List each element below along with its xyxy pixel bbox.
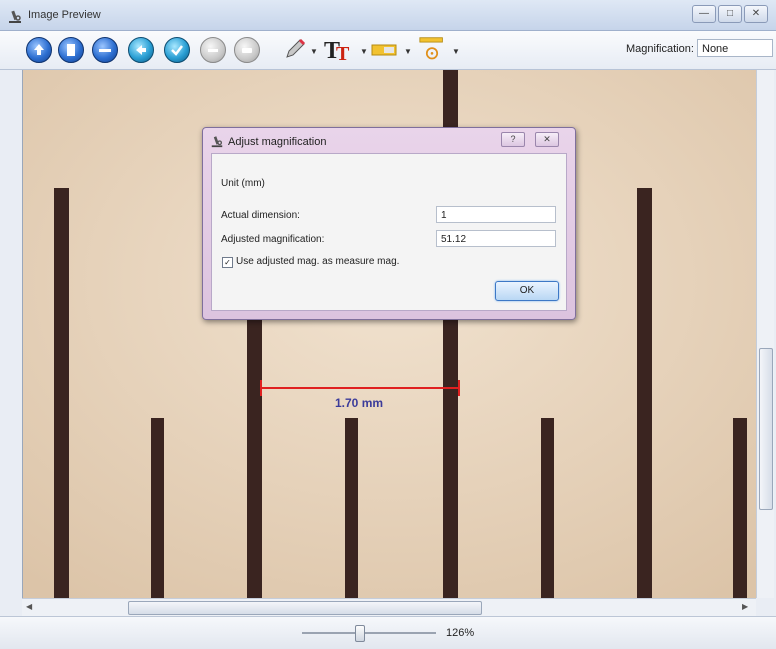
page-icon xyxy=(67,44,75,56)
status-bar: 126% xyxy=(0,616,776,649)
chevron-down-icon[interactable]: ▼ xyxy=(404,47,412,56)
chevron-down-icon[interactable]: ▼ xyxy=(310,47,318,56)
text-tool-icon[interactable]: T T xyxy=(322,36,358,62)
ok-button[interactable]: OK xyxy=(495,281,559,301)
horizontal-scrollbar[interactable]: ◀ ▶ xyxy=(22,598,756,616)
window-title: Image Preview xyxy=(28,9,101,21)
ruler-tick xyxy=(541,418,554,598)
horizontal-scroll-thumb[interactable] xyxy=(128,601,482,615)
actual-dimension-input[interactable]: 1 xyxy=(436,206,556,223)
vertical-scrollbar[interactable] xyxy=(756,70,774,598)
adjusted-magnification-input[interactable]: 51.12 xyxy=(436,230,556,247)
arrow-up-icon xyxy=(34,44,44,55)
vertical-scroll-thumb[interactable] xyxy=(759,348,773,510)
measure-icon[interactable] xyxy=(414,36,450,62)
actual-dimension-label: Actual dimension: xyxy=(221,210,300,221)
dialog-help-button[interactable]: ? xyxy=(501,132,525,147)
magnification-select[interactable]: None xyxy=(697,39,773,57)
microscope-icon xyxy=(9,10,21,23)
minimize-button[interactable]: — xyxy=(692,5,716,23)
zoom-level: 126% xyxy=(446,627,475,639)
scroll-right-icon[interactable]: ▶ xyxy=(742,602,748,611)
measurement-label: 1.70 mm xyxy=(335,396,384,410)
svg-text:T: T xyxy=(336,43,350,62)
minus-icon xyxy=(99,49,111,52)
dialog-body: Unit (mm) Actual dimension: 1 Adjusted m… xyxy=(211,153,567,311)
back-button[interactable] xyxy=(128,37,154,63)
chevron-down-icon[interactable]: ▼ xyxy=(360,47,368,56)
magnification-label: Magnification: xyxy=(626,43,694,55)
ruler-tick xyxy=(637,188,652,598)
microscope-icon xyxy=(211,136,223,148)
ruler-tick xyxy=(345,418,358,598)
adjust-magnification-dialog: Adjust magnification ? ✕ Unit (mm) Actua… xyxy=(202,127,576,320)
scroll-left-icon[interactable]: ◀ xyxy=(26,602,32,611)
minus-icon xyxy=(208,49,218,52)
arrow-left-icon xyxy=(136,45,146,55)
ruler-tick xyxy=(54,188,69,598)
check-icon xyxy=(171,45,183,56)
use-adjusted-mag-label: Use adjusted mag. as measure mag. xyxy=(236,256,400,267)
maximize-button[interactable]: □ xyxy=(718,5,742,23)
dialog-close-button[interactable]: ✕ xyxy=(535,132,559,147)
adjusted-magnification-label: Adjusted magnification: xyxy=(221,234,325,245)
ruler-tick xyxy=(247,302,262,598)
stop-icon xyxy=(242,48,252,53)
chevron-down-icon[interactable]: ▼ xyxy=(452,47,460,56)
close-button[interactable]: ✕ xyxy=(744,5,768,23)
unit-label: Unit (mm) xyxy=(221,178,265,189)
toolbar: ▼ T T ▼ ▼ ▼ Magnification: None xyxy=(0,31,776,70)
minus-button[interactable] xyxy=(92,37,118,63)
pencil-icon[interactable] xyxy=(282,36,308,62)
stop-button[interactable] xyxy=(234,37,260,63)
zoom-slider-thumb[interactable] xyxy=(355,625,365,642)
dialog-title: Adjust magnification xyxy=(228,136,327,148)
page-button[interactable] xyxy=(58,37,84,63)
zoom-slider-track[interactable] xyxy=(302,632,436,634)
previous-button[interactable] xyxy=(26,37,52,63)
ruler-tick xyxy=(733,418,747,598)
ruler-tick xyxy=(151,418,164,598)
remove-button[interactable] xyxy=(200,37,226,63)
title-bar: Image Preview — □ ✕ xyxy=(0,0,776,31)
color-icon[interactable] xyxy=(370,36,400,62)
confirm-button[interactable] xyxy=(164,37,190,63)
use-adjusted-mag-checkbox[interactable]: ✓ xyxy=(222,257,233,268)
